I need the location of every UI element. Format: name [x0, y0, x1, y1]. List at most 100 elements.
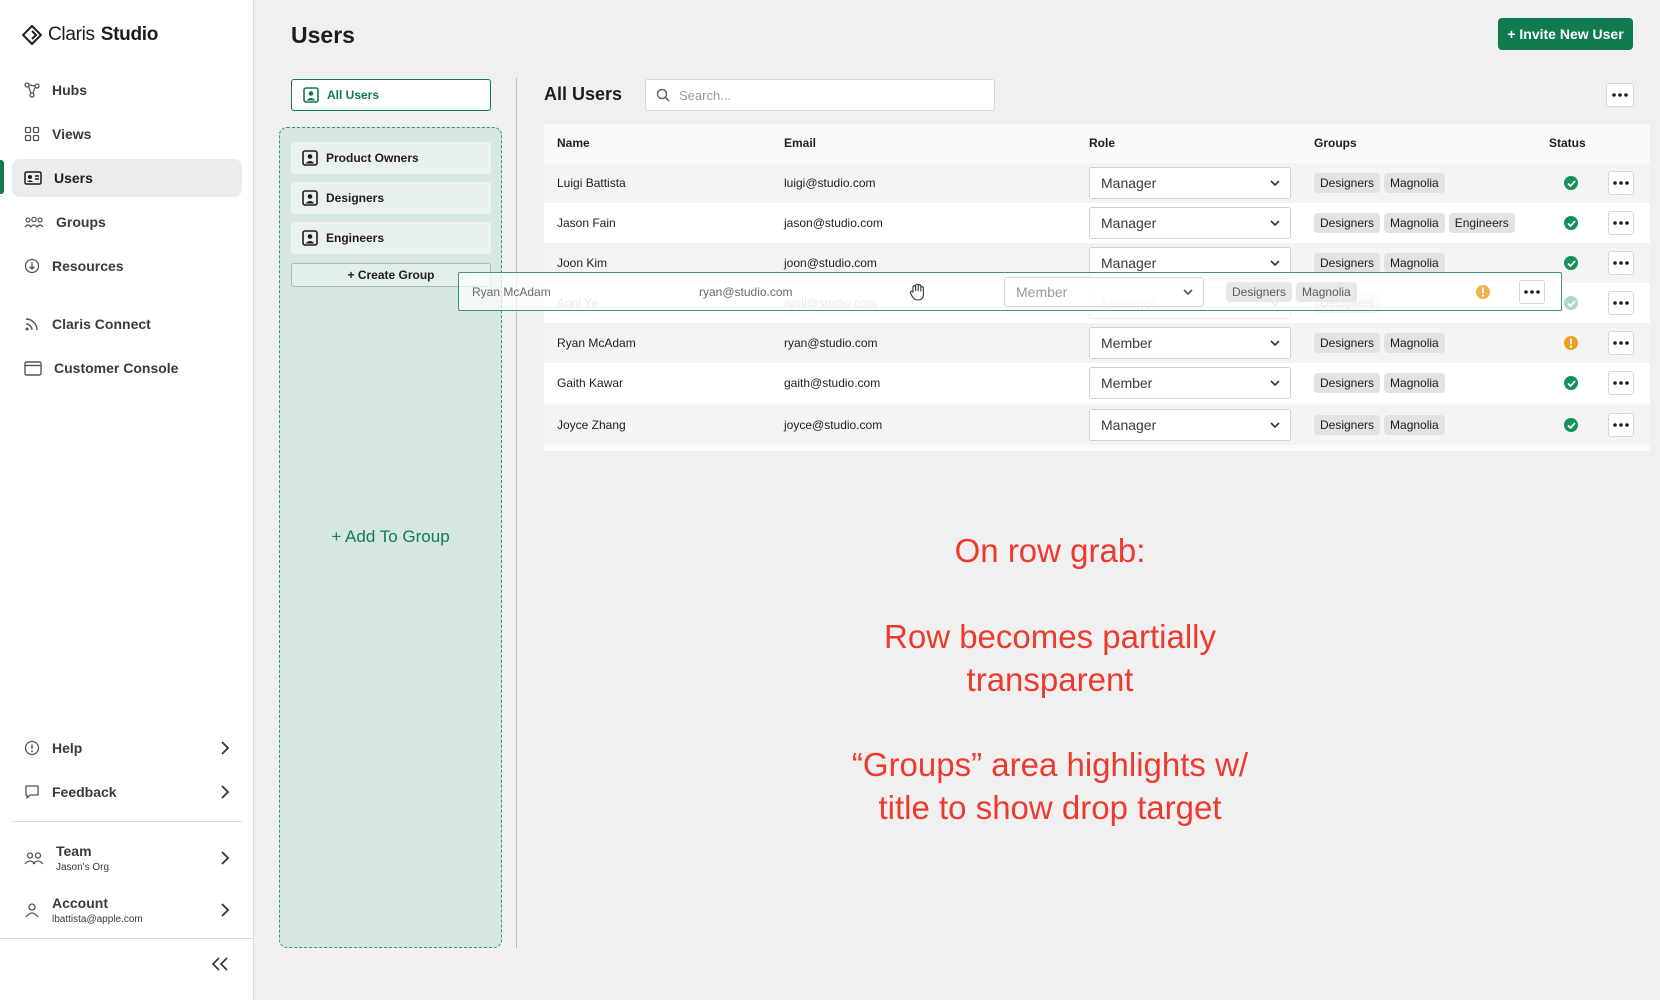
- sidebar-item-team[interactable]: Team Jason's Org: [12, 836, 242, 880]
- account-email: lbattista@apple.com: [52, 913, 143, 925]
- account-info: Account lbattista@apple.com: [52, 895, 143, 926]
- more-horizontal-icon: [1524, 289, 1540, 294]
- sidebar-item-label: Hubs: [52, 82, 87, 98]
- role-select-value: Manager: [1101, 175, 1157, 191]
- group-chip: Designers: [1314, 253, 1381, 273]
- table-row[interactable]: Gaith Kawar gaith@studio.com Member Designe…: [544, 363, 1650, 403]
- group-chip: Magnolia: [1296, 281, 1357, 302]
- more-horizontal-icon: [1613, 423, 1629, 427]
- sidebar-item-help[interactable]: Help: [12, 729, 242, 767]
- role-select-value: Manager: [1101, 255, 1157, 271]
- table-row[interactable]: Luigi Battista luigi@studio.com Manager Des…: [544, 163, 1650, 203]
- role-select[interactable]: Manager: [1089, 207, 1291, 239]
- group-chips: Designers Magnolia: [1314, 373, 1449, 393]
- dragged-row-ghost[interactable]: Ryan McAdam ryan@studio.com Member Desig…: [458, 272, 1562, 311]
- sidebar-item-resources[interactable]: Resources: [12, 247, 242, 285]
- group-chip: Designers: [1314, 415, 1381, 435]
- more-options-button[interactable]: [1606, 83, 1634, 107]
- sidebar-item-hubs[interactable]: Hubs: [12, 71, 242, 109]
- team-icon: [24, 852, 44, 865]
- table-row[interactable]: Ryan McAdam ryan@studio.com Member Designer…: [544, 323, 1650, 363]
- cell-email: luigi@studio.com: [784, 176, 876, 190]
- search-input[interactable]: [679, 87, 979, 103]
- column-header-groups[interactable]: Groups: [1314, 136, 1357, 150]
- group-chip: Designers: [1314, 213, 1381, 233]
- chevron-down-icon: [1183, 288, 1193, 295]
- column-header-name[interactable]: Name: [557, 136, 590, 150]
- role-select-value: Manager: [1101, 215, 1157, 231]
- table-row[interactable]: Jason Fain jason@studio.com Manager Designe…: [544, 203, 1650, 243]
- sidebar-item-groups[interactable]: Groups: [12, 203, 242, 241]
- account-icon: [25, 903, 39, 918]
- role-select[interactable]: Member: [1089, 327, 1291, 359]
- row-more-button[interactable]: [1519, 279, 1545, 304]
- column-header-email[interactable]: Email: [784, 136, 816, 150]
- sidebar-item-claris-connect[interactable]: Claris Connect: [12, 305, 242, 343]
- cell-email: gaith@studio.com: [784, 376, 881, 390]
- user-badge-icon: [302, 190, 318, 206]
- row-more-button[interactable]: [1608, 251, 1634, 275]
- invite-new-user-button[interactable]: + Invite New User: [1498, 18, 1633, 50]
- user-badge-icon: [303, 87, 319, 103]
- add-to-group-label: + Add To Group: [331, 527, 450, 546]
- group-chip: Designers: [1314, 173, 1381, 193]
- group-chip: Magnolia: [1384, 173, 1445, 193]
- role-select[interactable]: Member: [1089, 367, 1291, 399]
- grab-hand-cursor-icon: [909, 283, 924, 301]
- status-ok-icon: [1564, 418, 1578, 432]
- group-item-engineers[interactable]: Engineers: [291, 222, 491, 254]
- search-box[interactable]: [645, 79, 995, 111]
- group-chips: Designers Magnolia Engineers: [1314, 213, 1519, 233]
- group-item-label: Product Owners: [326, 151, 419, 165]
- group-chips: Designers Magnolia: [1314, 173, 1449, 193]
- annotation-line: Row becomes partially: [884, 618, 1216, 655]
- sidebar-item-users[interactable]: Users: [12, 159, 242, 197]
- row-more-button[interactable]: [1608, 413, 1634, 437]
- row-more-button[interactable]: [1608, 171, 1634, 195]
- sidebar-item-label: Users: [54, 170, 93, 186]
- sidebar-item-feedback[interactable]: Feedback: [12, 773, 242, 811]
- group-item-product-owners[interactable]: Product Owners: [291, 142, 491, 174]
- column-header-role[interactable]: Role: [1089, 136, 1115, 150]
- row-more-button[interactable]: [1608, 211, 1634, 235]
- role-select[interactable]: Member: [1004, 276, 1204, 307]
- role-select[interactable]: Manager: [1089, 167, 1291, 199]
- row-more-button[interactable]: [1608, 331, 1634, 355]
- views-icon: [24, 126, 40, 142]
- users-card-icon: [24, 171, 42, 185]
- group-item-designers[interactable]: Designers: [291, 182, 491, 214]
- group-chip: Engineers: [1448, 213, 1515, 233]
- cell-email: joon@studio.com: [784, 256, 877, 270]
- row-more-button[interactable]: [1608, 371, 1634, 395]
- brand-name-bold: Studio: [100, 24, 159, 45]
- status-ok-icon: [1564, 216, 1578, 230]
- more-horizontal-icon: [1613, 381, 1629, 385]
- chevron-right-icon: [221, 851, 230, 865]
- team-label: Team: [56, 842, 92, 859]
- sidebar-item-account[interactable]: Account lbattista@apple.com: [12, 888, 242, 932]
- role-select[interactable]: Manager: [1089, 409, 1291, 441]
- row-more-button[interactable]: [1608, 291, 1634, 315]
- sidebar-item-customer-console[interactable]: Customer Console: [12, 349, 242, 387]
- status-warning-icon: [1476, 284, 1490, 299]
- brand-name-light: Claris: [48, 24, 95, 45]
- group-item-all-users[interactable]: All Users: [291, 79, 491, 111]
- annotation-line: transparent: [966, 661, 1134, 698]
- more-horizontal-icon: [1613, 341, 1629, 345]
- app-logo[interactable]: Claris Studio: [22, 24, 158, 46]
- table-row[interactable]: Joyce Zhang joyce@studio.com Manager Design…: [544, 405, 1650, 445]
- chevron-right-icon: [221, 741, 230, 755]
- section-title: All Users: [544, 84, 623, 104]
- rss-icon: [25, 318, 38, 331]
- more-horizontal-icon: [1613, 301, 1629, 305]
- sidebar: Claris Studio Hubs Views Users Groups Res…: [0, 0, 254, 1000]
- column-header-status[interactable]: Status: [1549, 136, 1586, 150]
- status-ok-icon: [1564, 176, 1578, 190]
- group-chips: Designers Magnolia: [1314, 253, 1449, 273]
- status-ok-icon: [1564, 376, 1578, 390]
- more-horizontal-icon: [1613, 181, 1629, 185]
- group-chip: Designers: [1314, 333, 1381, 353]
- sidebar-item-label: Groups: [56, 214, 106, 230]
- sidebar-item-views[interactable]: Views: [12, 115, 242, 153]
- collapse-sidebar-icon[interactable]: [212, 957, 228, 971]
